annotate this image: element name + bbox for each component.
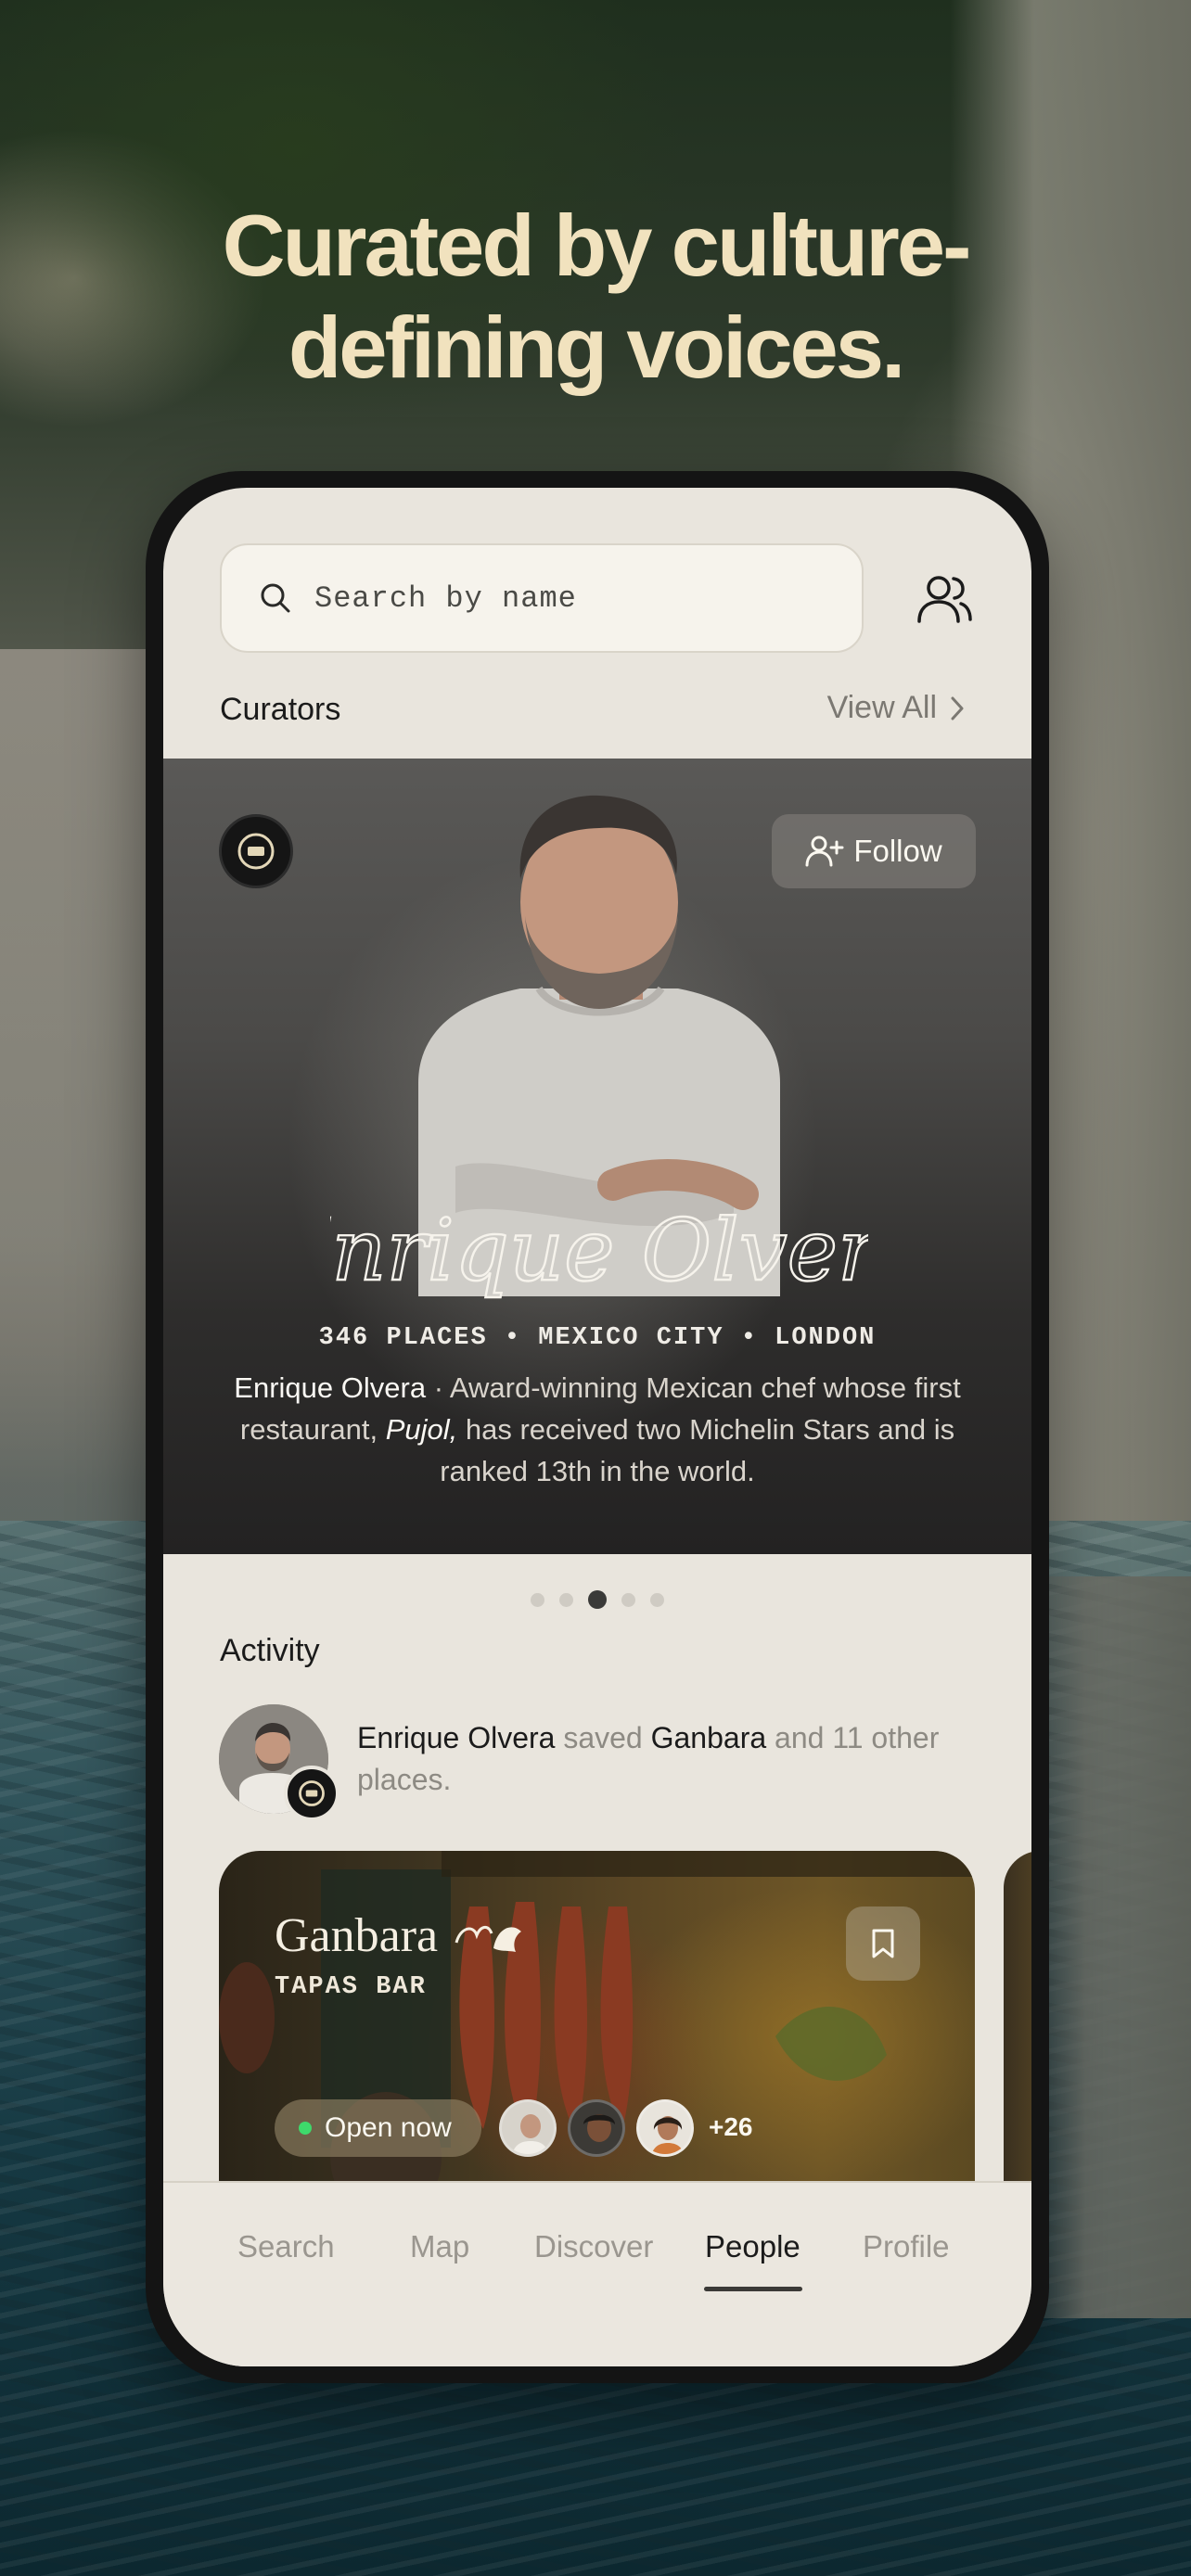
search-bar[interactable] [220, 543, 864, 653]
curator-meta: 346 PLACES • MEXICO CITY • LONDON [318, 1324, 877, 1352]
follow-button[interactable]: Follow [772, 814, 976, 888]
avatar[interactable] [636, 2099, 694, 2157]
tab-profile[interactable]: Profile [863, 2229, 950, 2264]
carousel-dot[interactable] [559, 1592, 573, 1607]
search-icon [261, 583, 290, 613]
active-tab-indicator [704, 2287, 802, 2291]
open-status-badge: Open now [275, 2099, 481, 2157]
curator-signature: Enrique Olvera [330, 1200, 868, 1301]
description-italic: Pujol, [385, 1413, 458, 1446]
bookmark-button[interactable] [846, 1906, 920, 1981]
tab-search[interactable]: Search [237, 2229, 335, 2264]
activity-heading: Activity [220, 1633, 320, 1668]
place-name: Ganbara [275, 1908, 525, 1963]
signature-text: Enrique Olvera [330, 1201, 868, 1300]
more-savers-count: +26 [709, 2112, 753, 2141]
avatar[interactable] [499, 2099, 557, 2157]
tab-people[interactable]: People [705, 2229, 800, 2264]
activity-text: Enrique Olvera saved Ganbara and 11 othe… [357, 1717, 951, 1801]
bottom-tab-bar: Search Map Discover People Profile [163, 2181, 1031, 2366]
description-part-2: has received two Michelin Stars and is r… [440, 1413, 955, 1487]
place-name-text: Ganbara [275, 1909, 439, 1962]
open-status-label: Open now [325, 2112, 452, 2143]
activity-verb: saved [555, 1721, 651, 1754]
description-name: Enrique Olvera [234, 1371, 427, 1404]
follow-label: Follow [853, 834, 942, 868]
tab-discover[interactable]: Discover [534, 2229, 653, 2264]
next-place-card[interactable] [1004, 1851, 1031, 2222]
carousel-dot[interactable] [650, 1592, 664, 1607]
dragon-icon [455, 1925, 522, 1952]
activity-place[interactable]: Ganbara [651, 1721, 767, 1754]
open-status-dot [299, 2122, 312, 2135]
user-plus-icon [805, 835, 844, 867]
view-all-label: View All [826, 690, 937, 725]
app-screen: Curators View All [163, 488, 1031, 2366]
marketing-headline: Curated by culture- defining voices. [0, 195, 1191, 399]
headline-line-2: defining voices. [288, 299, 905, 396]
carousel-dot[interactable] [531, 1592, 544, 1607]
avatar[interactable] [568, 2099, 625, 2157]
curator-logo-icon [219, 814, 293, 888]
people-icon[interactable] [915, 571, 974, 627]
place-card[interactable]: Ganbara TAPAS BAR Open now +26 [219, 1851, 975, 2222]
curator-card[interactable]: Follow Enrique Olvera 346 PLACES • MEXIC… [163, 759, 1031, 1554]
tab-map[interactable]: Map [410, 2229, 469, 2264]
curators-heading: Curators [220, 692, 341, 727]
search-input[interactable] [314, 580, 834, 616]
pebble-beach [0, 649, 167, 1484]
headline-line-1: Curated by culture- [222, 197, 972, 294]
curator-logo-icon [284, 1766, 339, 1821]
chevron-right-icon [951, 696, 964, 720]
curator-description: Enrique Olvera · Award-winning Mexican c… [219, 1367, 976, 1492]
place-type: TAPAS BAR [275, 1973, 427, 2001]
view-all-link[interactable]: View All [827, 690, 965, 726]
activity-actor[interactable]: Enrique Olvera [357, 1721, 555, 1754]
carousel-dot[interactable] [621, 1592, 635, 1607]
bookmark-icon [872, 1929, 894, 1958]
carousel-dots[interactable] [163, 1589, 1031, 1610]
carousel-dot[interactable] [588, 1590, 607, 1609]
